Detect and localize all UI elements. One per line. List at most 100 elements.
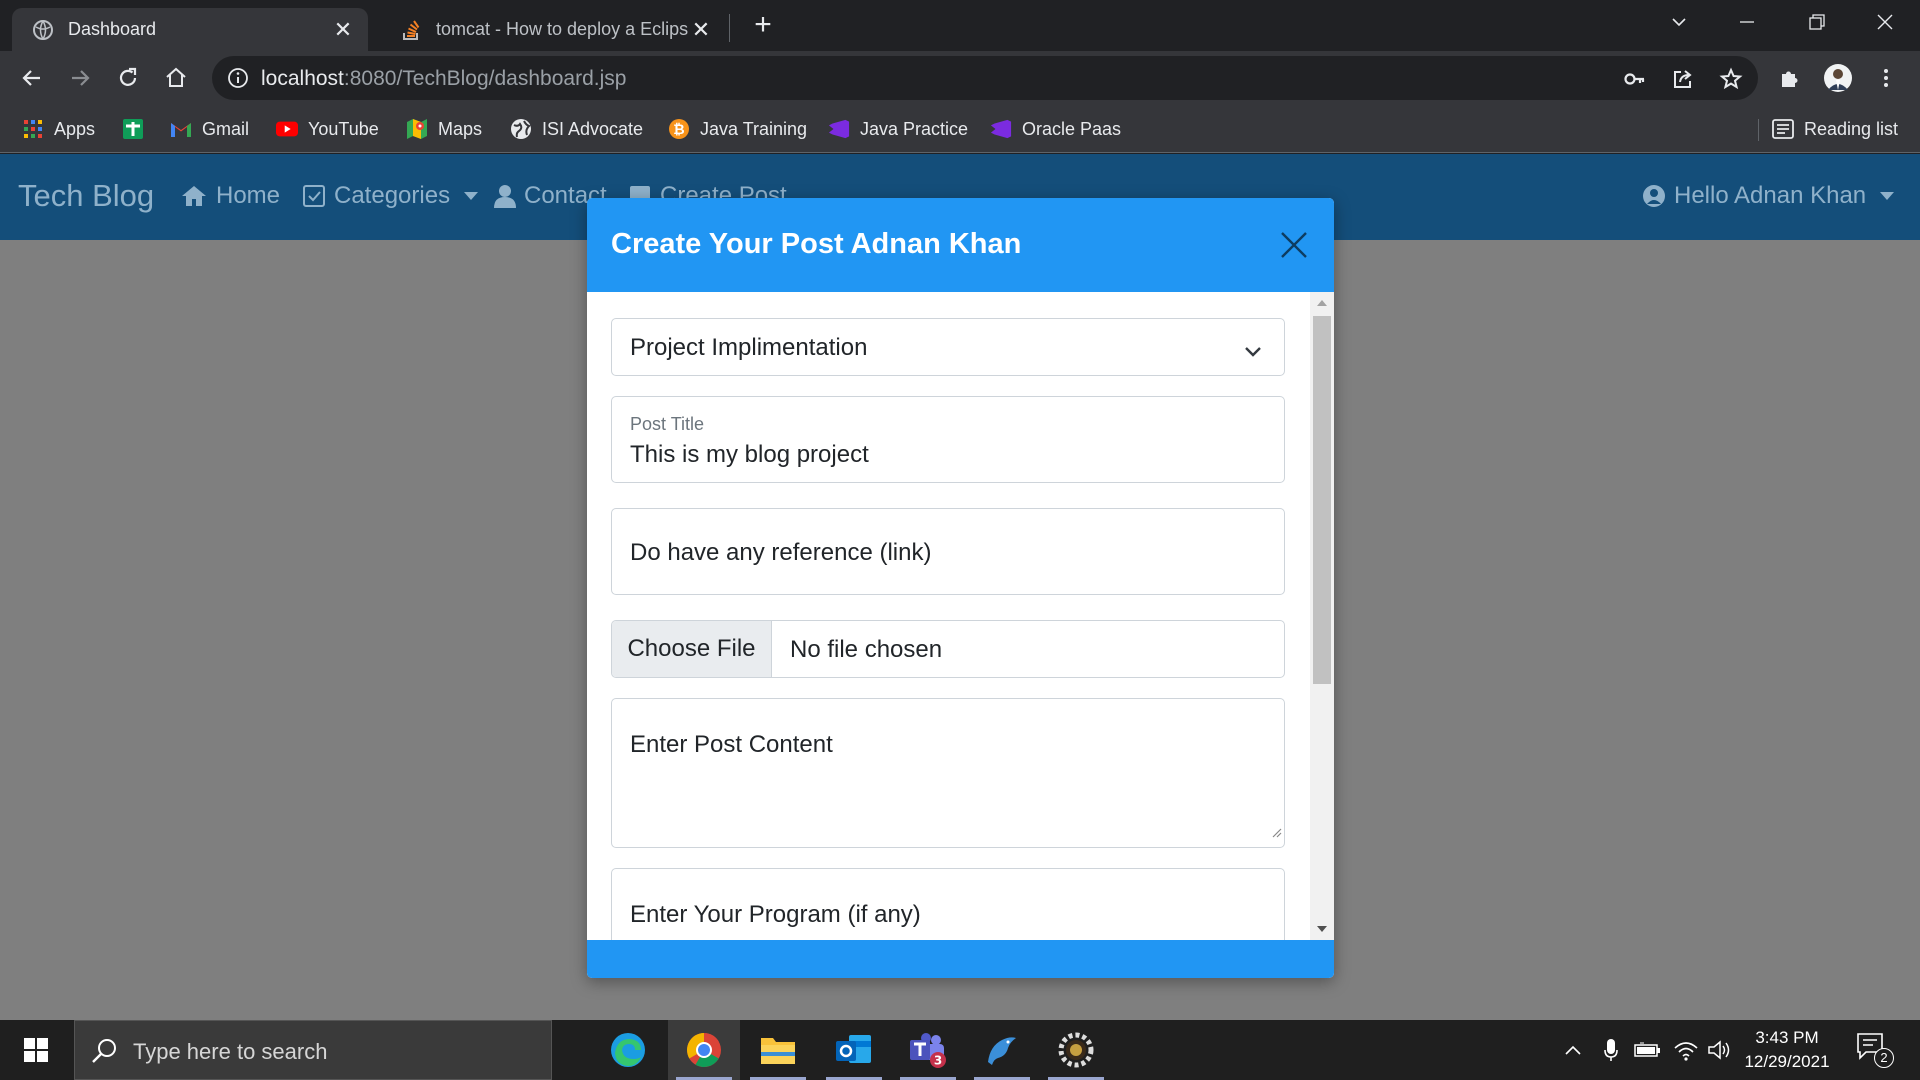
close-icon[interactable] [1277,228,1311,262]
file-input[interactable]: Choose File No file chosen [611,620,1285,678]
tab-title: Dashboard [68,19,157,39]
site-info-icon[interactable] [226,66,250,90]
close-tab-icon[interactable]: ✕ [330,17,356,43]
bookmark-apps[interactable]: Apps [22,115,95,143]
bookmarks-bar: Apps Gmail YouTube Maps ISI Advocate ₿ J… [0,105,1920,153]
file-explorer-icon[interactable] [742,1020,814,1080]
bookmark-youtube[interactable]: YouTube [276,115,379,143]
minimize-icon[interactable] [1718,0,1776,44]
post-title-field[interactable]: Post Title This is my blog project [611,396,1285,483]
modal-footer [587,940,1334,978]
modal-scrollbar[interactable] [1310,292,1334,940]
user-icon [494,184,516,208]
nav-home-label: Home [216,182,281,209]
taskbar-search-box[interactable]: Type here to search [74,1020,552,1080]
svg-text:₿: ₿ [673,122,684,138]
scroll-down-icon[interactable] [1310,918,1334,940]
reference-link-field[interactable]: Do have any reference (link) [611,508,1285,595]
tab-search-icon[interactable] [1650,0,1708,44]
reading-list-icon [1772,118,1794,140]
outlook-icon[interactable] [818,1020,890,1080]
bookmark-oracle-paas[interactable]: Oracle Paas [990,115,1121,143]
reload-icon[interactable] [108,58,148,98]
taskbar-search-placeholder: Type here to search [133,1039,328,1064]
tab-title: tomcat - How to deploy a Eclipse [436,19,688,39]
bookmark-plus[interactable] [122,115,154,143]
teams-icon[interactable]: 3 [892,1020,964,1080]
tab-divider [729,14,730,42]
bookmark-gmail[interactable]: Gmail [170,115,249,143]
back-icon[interactable] [12,58,52,98]
battery-icon[interactable] [1632,1020,1664,1080]
bookmark-star-icon[interactable] [1718,66,1744,92]
resize-grip-icon[interactable] [1270,817,1282,845]
nav-home[interactable]: Home [180,182,280,210]
notification-badge: 2 [1874,1048,1894,1068]
notification-center-icon[interactable]: 2 [1856,1032,1894,1068]
new-tab-icon[interactable]: + [748,10,778,40]
bookmark-maps[interactable]: Maps [406,115,482,143]
bookmark-label: Java Training [700,118,808,139]
profile-avatar[interactable] [1818,58,1858,98]
windows-start-icon[interactable] [0,1020,72,1080]
user-circle-icon [1642,184,1666,208]
maps-icon [406,118,428,140]
program-textarea[interactable]: Enter Your Program (if any) [611,868,1285,940]
close-tab-icon[interactable]: ✕ [688,17,714,43]
chrome-icon[interactable] [668,1020,740,1080]
choose-file-button[interactable]: Choose File [612,621,772,677]
menu-kebab-icon[interactable] [1866,58,1906,98]
category-select[interactable]: Project Implimentation [611,318,1285,376]
address-bar[interactable]: localhost:8080/TechBlog/dashboard.jsp [212,56,1758,100]
bitcoin-icon: ₿ [668,118,690,140]
nav-categories[interactable]: Categories [302,182,479,210]
gmail-icon [170,118,192,140]
checkbox-icon [302,184,326,208]
bookmark-label: Maps [438,118,483,139]
microphone-icon[interactable] [1596,1020,1626,1080]
extensions-icon[interactable] [1770,58,1810,98]
clock-date: 12/29/2021 [1744,1052,1830,1071]
mysql-workbench-icon[interactable] [966,1020,1038,1080]
reading-list-label: Reading list [1804,118,1899,139]
key-icon[interactable] [1622,66,1648,92]
modal-header: Create Your Post Adnan Khan [587,198,1334,292]
plus-square-icon [122,118,144,140]
show-hidden-icons-chevron-icon[interactable] [1558,1020,1588,1080]
youtube-icon [276,118,298,140]
edge-icon[interactable] [592,1020,664,1080]
globe-icon [32,19,54,41]
forward-icon[interactable] [60,58,100,98]
settings-gear-icon[interactable] [1040,1020,1112,1080]
share-icon[interactable] [1670,66,1696,92]
teams-badge: 3 [934,1054,942,1068]
restore-icon[interactable] [1788,0,1846,44]
nav-user-label: Hello Adnan Khan [1674,182,1867,209]
bookmark-isi-advocate[interactable]: ISI Advocate [510,115,643,143]
browser-tab-strip: Dashboard ✕ tomcat - How to deploy a Ecl… [0,0,1920,51]
post-content-textarea[interactable]: Enter Post Content [611,698,1285,848]
post-title-label: Post Title [630,414,705,434]
site-brand[interactable]: Tech Blog [18,178,154,214]
post-content-placeholder: Enter Post Content [630,731,833,758]
reading-list-button[interactable]: Reading list [1772,115,1898,143]
close-window-icon[interactable] [1856,0,1914,44]
modal-title: Create Your Post Adnan Khan [611,228,1022,260]
wifi-icon[interactable] [1670,1020,1702,1080]
tab-stackoverflow[interactable]: tomcat - How to deploy a Eclipse ✕ [380,8,726,51]
home-icon[interactable] [156,58,196,98]
system-clock[interactable]: 3:43 PM 12/29/2021 [1732,1026,1842,1074]
bookmark-java-training[interactable]: ₿ Java Training [668,115,807,143]
search-icon [91,1037,119,1070]
visual-studio-icon [828,118,850,140]
bookmark-label: Oracle Paas [1022,118,1122,139]
url-path: :8080/TechBlog/dashboard.jsp [343,67,627,90]
browser-toolbar: localhost:8080/TechBlog/dashboard.jsp [0,51,1920,105]
tab-dashboard[interactable]: Dashboard ✕ [12,8,368,51]
apps-grid-icon [22,118,44,140]
scrollbar-thumb[interactable] [1313,316,1331,684]
nav-user-menu[interactable]: Hello Adnan Khan [1642,182,1895,210]
bookmark-java-practice[interactable]: Java Practice [828,115,968,143]
clock-time: 3:43 PM [1755,1028,1819,1047]
scroll-up-icon[interactable] [1310,292,1334,314]
